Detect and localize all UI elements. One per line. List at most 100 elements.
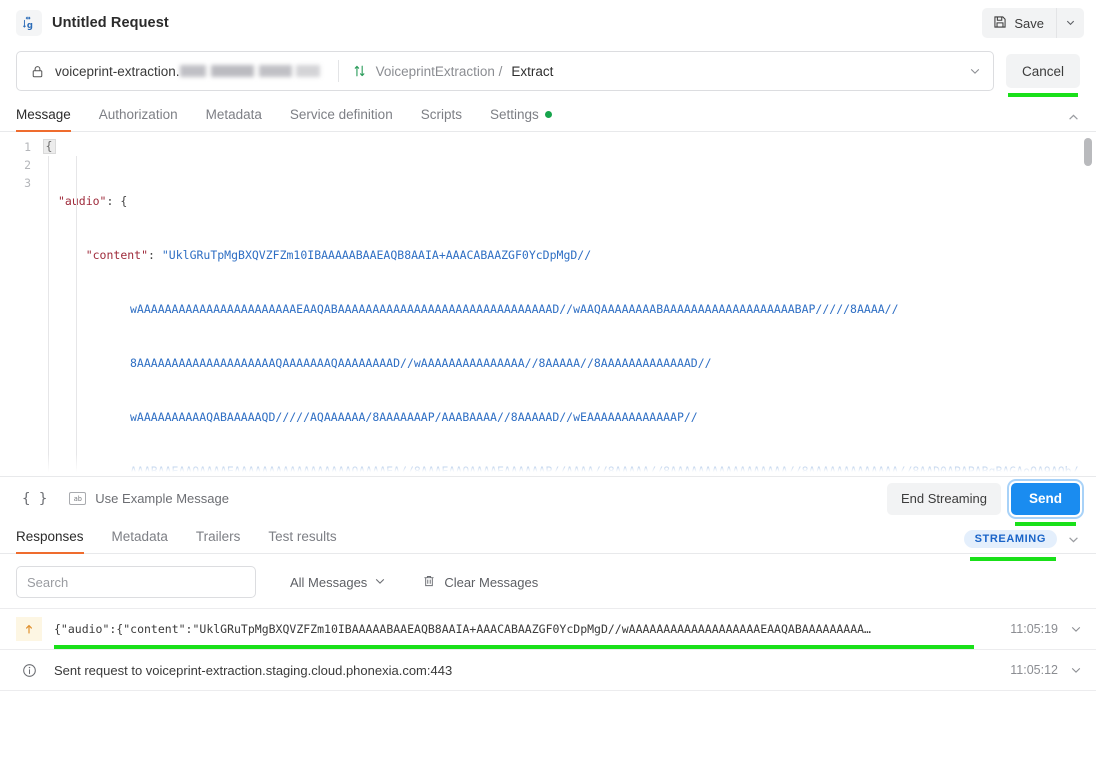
status-badge: STREAMING bbox=[963, 530, 1057, 548]
indent-guide bbox=[76, 156, 77, 476]
format-json-button[interactable]: { } bbox=[16, 487, 53, 511]
tab-service-definition-label: Service definition bbox=[289, 107, 393, 122]
bidirectional-stream-icon bbox=[353, 64, 367, 78]
line-number: 3 bbox=[24, 176, 31, 190]
tab-trailers[interactable]: Trailers bbox=[196, 529, 241, 553]
chevron-down-icon bbox=[1065, 16, 1076, 31]
tab-response-metadata-label: Metadata bbox=[111, 529, 168, 544]
tab-metadata-label: Metadata bbox=[205, 107, 262, 122]
json-string-start: "UklGRuTpMgBXQVZFZm10IBAAAAABAAEAQB8AAIA… bbox=[161, 248, 592, 262]
editor-code-area[interactable]: "audio": { "content": "UklGRuTpMgBXQVZFZ… bbox=[58, 132, 1096, 476]
save-button-label: Save bbox=[1014, 15, 1044, 31]
method-selector[interactable]: VoiceprintExtraction / Extract bbox=[353, 63, 554, 79]
send-button[interactable]: Send bbox=[1010, 482, 1080, 515]
save-options-button[interactable] bbox=[1056, 8, 1084, 38]
editor-footer-actions: End Streaming Send bbox=[886, 482, 1080, 526]
expand-response-button[interactable] bbox=[1070, 664, 1082, 676]
tab-settings[interactable]: Settings bbox=[490, 107, 552, 131]
lock-icon bbox=[31, 65, 44, 78]
editor-footer: { } ab Use Example Message End Streaming… bbox=[0, 476, 1096, 526]
send-button-wrapper: Send bbox=[1010, 482, 1080, 526]
editor-fold-column[interactable]: { bbox=[40, 132, 58, 476]
highlight-underline-streaming bbox=[969, 557, 1056, 561]
clear-messages-label: Clear Messages bbox=[444, 574, 539, 590]
keyboard-shortcut-icon: ab bbox=[69, 492, 87, 505]
collapse-request-panel-button[interactable] bbox=[1067, 111, 1080, 131]
editor-scrollbar[interactable] bbox=[1084, 138, 1092, 166]
json-punct: : { bbox=[106, 194, 128, 208]
tab-scripts[interactable]: Scripts bbox=[421, 107, 462, 131]
url-bar[interactable]: voiceprint-extraction. VoiceprintExtract… bbox=[16, 51, 994, 91]
cancel-button-wrapper: Cancel bbox=[1005, 54, 1080, 97]
svg-text:g: g bbox=[26, 20, 32, 30]
tab-message-label: Message bbox=[16, 107, 71, 122]
url-host-text: voiceprint-extraction. bbox=[55, 63, 180, 79]
collapse-response-panel-button[interactable] bbox=[1067, 533, 1080, 546]
highlight-underline-response bbox=[54, 645, 974, 649]
title-bar-actions: Save bbox=[982, 8, 1084, 38]
tab-responses-label: Responses bbox=[16, 529, 84, 544]
response-filter-row: All Messages Clear Messages bbox=[0, 554, 1096, 608]
tab-service-definition[interactable]: Service definition bbox=[290, 107, 393, 131]
url-row: voiceprint-extraction. VoiceprintExtract… bbox=[0, 46, 1096, 97]
table-row[interactable]: {"audio":{"content":"UklGRuTpMgBXQVZFZm1… bbox=[0, 609, 1096, 650]
url-host-redacted bbox=[179, 65, 328, 77]
tab-authorization[interactable]: Authorization bbox=[99, 107, 178, 131]
tab-authorization-label: Authorization bbox=[98, 107, 178, 122]
tab-settings-label: Settings bbox=[489, 107, 539, 122]
grpc-request-window: g Untitled Request Save voiceprint-extra… bbox=[0, 0, 1096, 763]
fold-marker[interactable]: { bbox=[42, 139, 56, 154]
trash-icon bbox=[422, 574, 436, 591]
code-wrap-line: AAABAAEAAQAAAAEAAAAAAAAAAAAAAAAAQAAAAEA/… bbox=[130, 464, 1079, 476]
code-wrap-line: wAAAAAAAAAAQABAAAAAQD/////AQAAAAAA/8AAAA… bbox=[130, 410, 698, 424]
use-example-message-label: Use Example Message bbox=[95, 491, 229, 506]
tab-metadata[interactable]: Metadata bbox=[206, 107, 262, 131]
service-name: VoiceprintExtraction / bbox=[375, 63, 503, 79]
method-name: Extract bbox=[511, 63, 554, 79]
line-number: 1 bbox=[24, 140, 31, 154]
expand-response-button[interactable] bbox=[1070, 623, 1082, 635]
save-button[interactable]: Save bbox=[982, 8, 1056, 38]
request-tabs: Message Authorization Metadata Service d… bbox=[0, 96, 1096, 132]
grpc-icon: g bbox=[16, 10, 42, 36]
response-message-list: {"audio":{"content":"UklGRuTpMgBXQVZFZm1… bbox=[0, 608, 1096, 691]
end-streaming-button[interactable]: End Streaming bbox=[886, 482, 1001, 515]
arrow-up-icon bbox=[16, 617, 42, 641]
json-punct: : bbox=[148, 248, 162, 262]
code-line-2: "audio": { bbox=[58, 192, 1096, 210]
response-tabs: Responses Metadata Trailers Test results… bbox=[0, 520, 1096, 561]
tab-response-metadata[interactable]: Metadata bbox=[112, 529, 168, 553]
tab-message[interactable]: Message bbox=[16, 107, 71, 132]
page-title: Untitled Request bbox=[52, 15, 169, 31]
tab-responses[interactable]: Responses bbox=[16, 529, 84, 554]
message-filter-dropdown[interactable]: All Messages bbox=[290, 575, 386, 590]
floppy-save-icon bbox=[993, 15, 1007, 32]
line-number: 2 bbox=[24, 158, 31, 172]
search-input[interactable] bbox=[16, 566, 256, 598]
message-filter-label: All Messages bbox=[290, 574, 368, 590]
response-message-text: Sent request to voiceprint-extraction.st… bbox=[54, 662, 453, 678]
json-key: "audio" bbox=[58, 194, 107, 208]
response-timestamp: 11:05:12 bbox=[1010, 663, 1058, 677]
indent-guide bbox=[48, 156, 49, 476]
response-message-text: {"audio":{"content":"UklGRuTpMgBXQVZFZm1… bbox=[54, 622, 871, 636]
table-row[interactable]: Sent request to voiceprint-extraction.st… bbox=[0, 650, 1096, 691]
tab-test-results[interactable]: Test results bbox=[268, 529, 336, 553]
tab-test-results-label: Test results bbox=[268, 529, 337, 544]
url-dropdown-icon[interactable] bbox=[959, 65, 981, 77]
settings-modified-dot-icon bbox=[544, 111, 552, 118]
response-timestamp: 11:05:19 bbox=[1010, 622, 1058, 636]
code-line-3: "content": "UklGRuTpMgBXQVZFZm10IBAAAAAB… bbox=[58, 246, 1096, 264]
chevron-down-icon bbox=[374, 575, 386, 590]
info-icon bbox=[16, 658, 42, 682]
cancel-button[interactable]: Cancel bbox=[1005, 54, 1080, 88]
title-bar: g Untitled Request Save bbox=[0, 0, 1096, 46]
clear-messages-button[interactable]: Clear Messages bbox=[422, 574, 538, 591]
url-divider bbox=[337, 60, 339, 82]
response-status-area: STREAMING bbox=[963, 530, 1080, 561]
json-key: "content" bbox=[85, 248, 149, 262]
code-wrap-line: wAAAAAAAAAAAAAAAAAAAAAAAEAAQABAAAAAAAAAA… bbox=[130, 302, 899, 316]
message-editor[interactable]: 1 2 3 { "audio": { "content": "UklGRuTpM… bbox=[0, 132, 1096, 476]
tab-scripts-label: Scripts bbox=[420, 107, 462, 122]
use-example-message-button[interactable]: ab Use Example Message bbox=[69, 491, 229, 506]
